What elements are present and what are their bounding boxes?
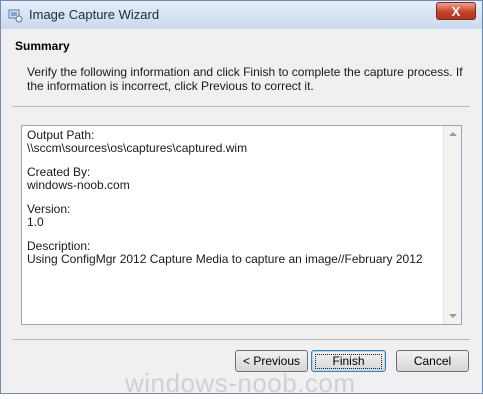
output-path-label: Output Path: <box>27 128 95 142</box>
page-heading: Summary <box>15 39 70 53</box>
output-path-value: \\sccm\sources\os\captures\captured.wim <box>27 140 248 155</box>
vertical-scrollbar[interactable] <box>443 126 461 324</box>
version-label: Version: <box>27 202 71 216</box>
close-button[interactable]: X <box>436 2 476 20</box>
divider-bottom <box>12 339 470 340</box>
summary-text: Output Path: \\sccm\sources\os\captures\… <box>27 129 442 265</box>
scroll-down-arrow-icon[interactable] <box>449 314 457 318</box>
title-bar: Image Capture Wizard X <box>1 1 482 29</box>
created-by-value: windows-noob.com <box>27 177 130 192</box>
wizard-content: Summary Verify the following information… <box>2 29 481 393</box>
watermark-text: windows-noob.com <box>125 368 356 398</box>
finish-button-label: Finish <box>315 353 382 369</box>
description-label: Description: <box>27 239 91 253</box>
created-by-label: Created By: <box>27 165 91 179</box>
window-title: Image Capture Wizard <box>29 7 160 22</box>
instructions-text: Verify the following information and cli… <box>27 65 463 93</box>
version-value: 1.0 <box>27 214 44 229</box>
scroll-up-arrow-icon[interactable] <box>449 132 457 136</box>
summary-textbox[interactable]: Output Path: \\sccm\sources\os\captures\… <box>21 125 462 325</box>
description-value: Using ConfigMgr 2012 Capture Media to ca… <box>27 251 423 266</box>
capture-wizard-icon <box>8 9 23 23</box>
close-icon: X <box>451 3 461 19</box>
wizard-window: Image Capture Wizard X Summary Verify th… <box>0 0 483 398</box>
cancel-button[interactable]: Cancel <box>396 350 469 372</box>
divider-top <box>12 106 470 107</box>
